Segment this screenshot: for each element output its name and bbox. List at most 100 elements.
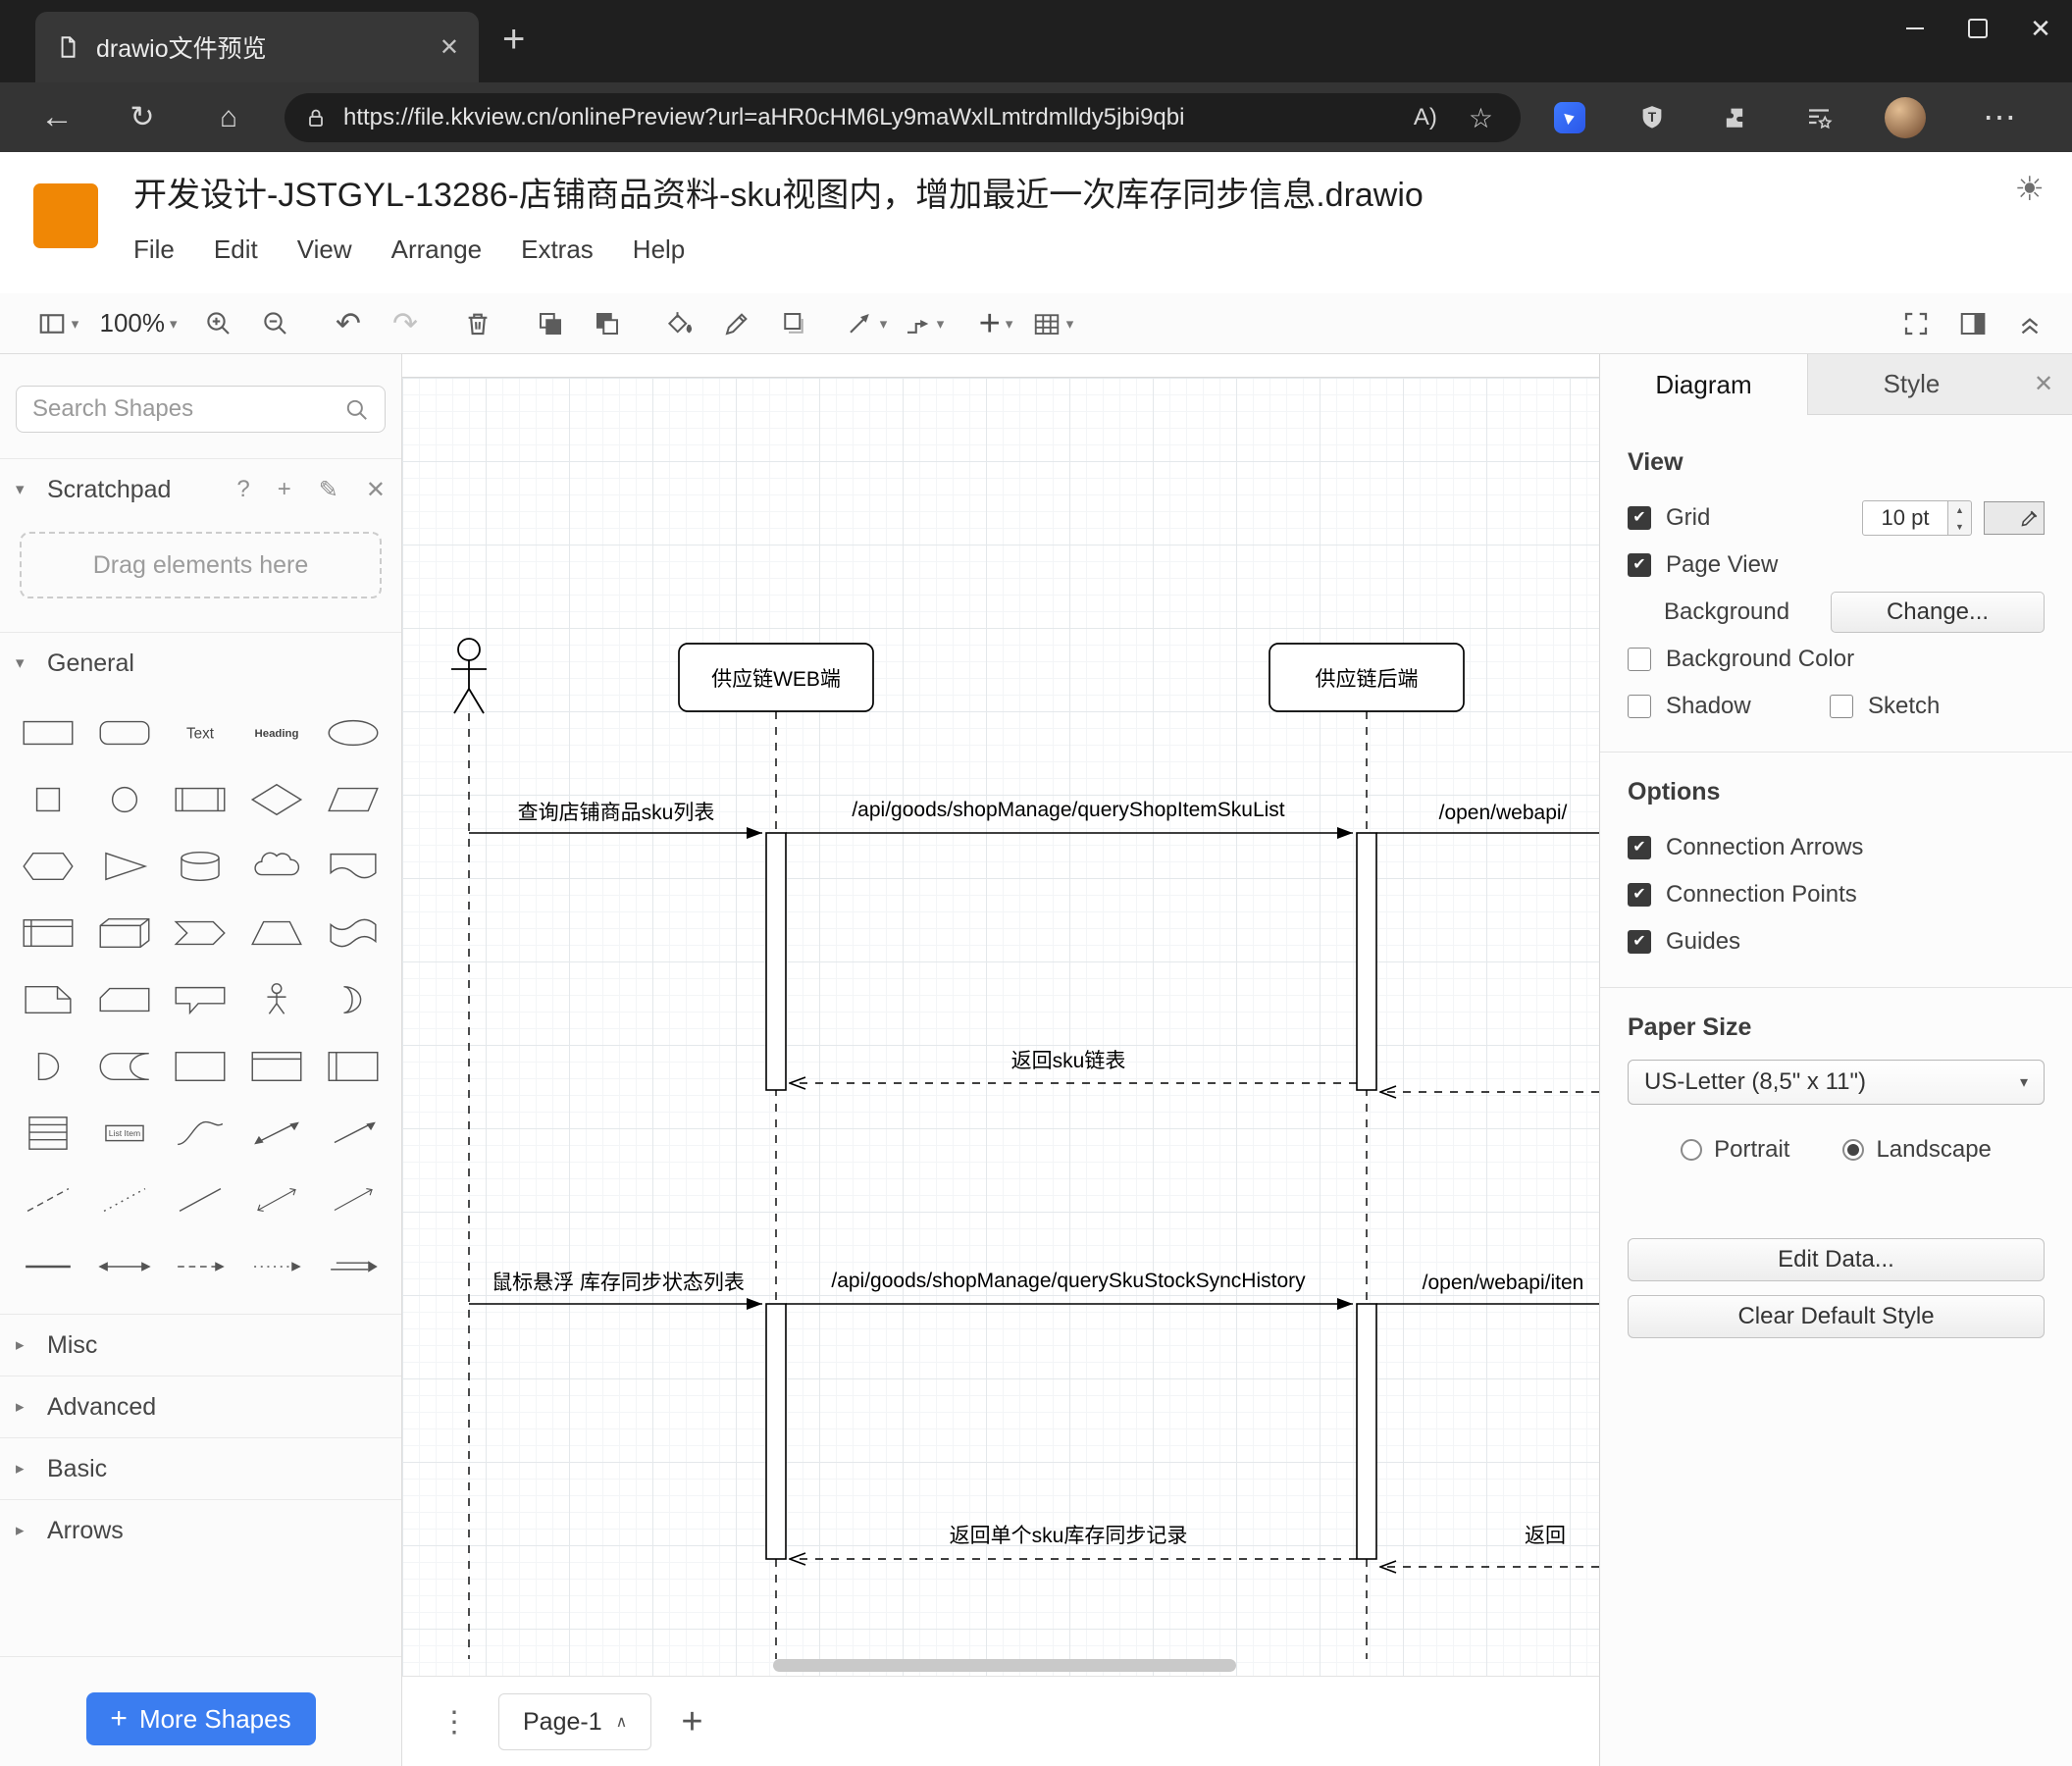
shape-diamond-icon[interactable] xyxy=(238,766,315,833)
arrows-section-header[interactable]: ▸ Arrows xyxy=(0,1499,401,1561)
shape-dashed-arrow-icon[interactable] xyxy=(163,1233,239,1300)
collapse-toolbar-button[interactable] xyxy=(2001,300,2058,347)
window-close-button[interactable]: ✕ xyxy=(2009,0,2072,57)
url-text[interactable]: https://file.kkview.cn/onlinePreview?url… xyxy=(343,104,1390,131)
sketch-checkbox[interactable] xyxy=(1830,695,1853,718)
scratchpad-close-icon[interactable]: ✕ xyxy=(366,476,386,504)
shape-container-icon[interactable] xyxy=(163,1033,239,1100)
delete-button[interactable] xyxy=(449,300,506,347)
participant-web[interactable]: 供应链WEB端 xyxy=(678,643,874,712)
shape-square-icon[interactable] xyxy=(10,766,86,833)
search-icon[interactable] xyxy=(344,397,370,423)
shape-dotted-line-icon[interactable] xyxy=(86,1167,163,1233)
shape-curve-icon[interactable] xyxy=(163,1100,239,1167)
menu-file[interactable]: File xyxy=(133,234,175,265)
shape-actor-icon[interactable] xyxy=(238,966,315,1033)
theme-toggle-icon[interactable]: ☀ xyxy=(2015,170,2045,209)
scratchpad-edit-icon[interactable]: ✎ xyxy=(319,476,338,504)
fill-color-button[interactable] xyxy=(651,300,708,347)
horizontal-scrollbar[interactable] xyxy=(773,1659,1236,1672)
shape-rectangle-icon[interactable] xyxy=(10,700,86,766)
scratchpad-help-icon[interactable]: ? xyxy=(236,476,249,504)
edit-data-button[interactable]: Edit Data... xyxy=(1628,1238,2045,1281)
portrait-radio[interactable] xyxy=(1681,1139,1703,1161)
message-open-webapi[interactable]: /open/webapi/ xyxy=(1376,802,1599,834)
shape-line-icon[interactable] xyxy=(163,1167,239,1233)
shape-triangle-icon[interactable] xyxy=(86,833,163,900)
shape-trapezoid-icon[interactable] xyxy=(238,900,315,966)
redo-button[interactable]: ↷ xyxy=(377,300,434,347)
shape-ellipse-icon[interactable] xyxy=(315,700,391,766)
shape-rounded-rectangle-icon[interactable] xyxy=(86,700,163,766)
menu-arrange[interactable]: Arrange xyxy=(391,234,483,265)
shape-arrow-icon[interactable] xyxy=(315,1100,391,1167)
fullscreen-button[interactable] xyxy=(1888,300,1944,347)
shape-double-arrow-icon[interactable] xyxy=(86,1233,163,1300)
shape-vertical-container-icon[interactable] xyxy=(238,1033,315,1100)
shape-bidirectional-arrow-icon[interactable] xyxy=(238,1100,315,1167)
drawing-canvas[interactable]: 供应链WEB端 供应链后端 查询店铺商品sku列表 /api/goods/sho… xyxy=(402,354,1599,1676)
table-button[interactable]: ▾ xyxy=(1024,300,1081,347)
message-api-query-sku-stock-sync-history[interactable]: /api/goods/shopManage/querySkuStockSyncH… xyxy=(786,1270,1353,1310)
tab-style[interactable]: Style xyxy=(1808,354,2015,415)
waypoints-button[interactable]: ▾ xyxy=(895,300,952,347)
advanced-section-header[interactable]: ▸ Advanced xyxy=(0,1376,401,1437)
shape-and-icon[interactable] xyxy=(10,1033,86,1100)
basic-section-header[interactable]: ▸ Basic xyxy=(0,1437,401,1499)
message-query-sku-list[interactable]: 查询店铺商品sku列表 xyxy=(469,802,762,839)
shape-horizontal-container-icon[interactable] xyxy=(315,1033,391,1100)
shape-circle-icon[interactable] xyxy=(86,766,163,833)
shape-data-storage-icon[interactable] xyxy=(86,1033,163,1100)
extensions-puzzle-icon[interactable] xyxy=(1707,82,1762,152)
menu-view[interactable]: View xyxy=(297,234,352,265)
undo-button[interactable]: ↶ xyxy=(320,300,377,347)
menu-help[interactable]: Help xyxy=(633,234,685,265)
favorite-star-icon[interactable]: ☆ xyxy=(1461,102,1501,134)
shape-or-icon[interactable] xyxy=(315,966,391,1033)
pages-menu-icon[interactable]: ⋮ xyxy=(440,1705,469,1740)
zoom-out-button[interactable] xyxy=(247,300,304,347)
return-single-sku-sync-record[interactable]: 返回单个sku库存同步记录 xyxy=(790,1525,1357,1559)
shape-dotted-arrow-icon[interactable] xyxy=(238,1233,315,1300)
shape-process-icon[interactable] xyxy=(163,766,239,833)
shape-tape-icon[interactable] xyxy=(315,900,391,966)
misc-section-header[interactable]: ▸ Misc xyxy=(0,1314,401,1376)
line-color-button[interactable] xyxy=(708,300,765,347)
scratchpad-add-icon[interactable]: + xyxy=(278,476,291,504)
general-section-header[interactable]: ▾ General xyxy=(0,632,401,694)
guides-checkbox[interactable]: ✔ xyxy=(1628,930,1651,954)
insert-button[interactable]: + ▾ xyxy=(967,300,1024,347)
add-page-button[interactable]: + xyxy=(681,1701,702,1743)
shape-cube-icon[interactable] xyxy=(86,900,163,966)
message-open-webapi-item[interactable]: /open/webapi/iten xyxy=(1376,1272,1599,1305)
to-back-button[interactable] xyxy=(579,300,636,347)
clear-default-style-button[interactable]: Clear Default Style xyxy=(1628,1295,2045,1338)
shape-cylinder-icon[interactable] xyxy=(163,833,239,900)
activation-bar[interactable] xyxy=(1356,1303,1377,1560)
tab-diagram[interactable]: Diagram xyxy=(1600,354,1808,415)
shape-card-icon[interactable] xyxy=(86,966,163,1033)
refresh-button[interactable]: ↻ xyxy=(113,82,172,152)
connection-style-button[interactable]: ▾ xyxy=(838,300,895,347)
return-from-webapi-2[interactable]: 返回 xyxy=(1380,1525,1599,1567)
shape-bidirectional-connector-icon[interactable] xyxy=(238,1167,315,1233)
menu-extras[interactable]: Extras xyxy=(521,234,594,265)
back-button[interactable]: ← xyxy=(27,82,86,152)
activation-bar[interactable] xyxy=(765,832,787,1091)
window-maximize-button[interactable] xyxy=(1946,0,2009,57)
connection-arrows-checkbox[interactable]: ✔ xyxy=(1628,836,1651,859)
browser-tab[interactable]: drawio文件预览 ✕ xyxy=(35,12,479,82)
window-minimize-button[interactable] xyxy=(1884,0,1946,57)
shape-link-icon[interactable] xyxy=(315,1233,391,1300)
change-background-button[interactable]: Change... xyxy=(1831,592,2045,633)
grid-checkbox[interactable]: ✔ xyxy=(1628,506,1651,530)
address-bar[interactable]: https://file.kkview.cn/onlinePreview?url… xyxy=(285,93,1521,142)
grid-size-input[interactable] xyxy=(1862,500,1948,536)
shape-text-icon[interactable]: Text xyxy=(163,700,239,766)
paper-size-select[interactable]: US-Letter (8,5" x 11") ▾ xyxy=(1628,1060,2045,1105)
format-panel-toggle-button[interactable] xyxy=(1944,300,2001,347)
tab-close-icon[interactable]: ✕ xyxy=(440,33,459,62)
shape-internal-storage-icon[interactable] xyxy=(10,900,86,966)
to-front-button[interactable] xyxy=(522,300,579,347)
message-hover-stock-sync[interactable]: 鼠标悬浮 库存同步状态列表 xyxy=(469,1272,762,1310)
